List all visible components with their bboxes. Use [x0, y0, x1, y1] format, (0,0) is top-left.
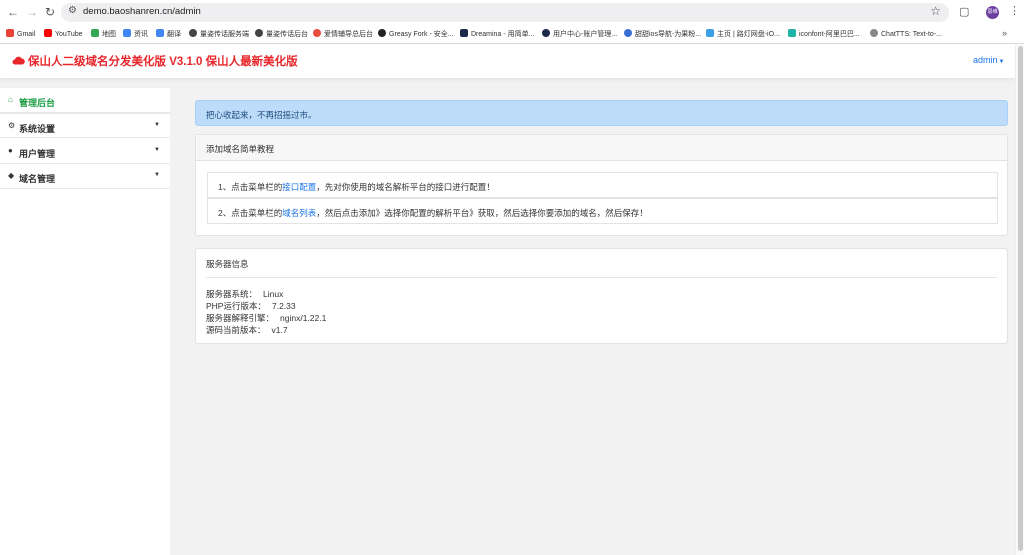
caret-down-icon: ▼: [154, 122, 160, 128]
info-label: 服务器解释引擎：: [206, 313, 275, 323]
sidebar-item-domains[interactable]: ◆ 域名管理 ▼: [0, 164, 170, 189]
bookmark-gmail[interactable]: Gmail: [6, 29, 35, 40]
more-bookmarks-icon[interactable]: »: [1002, 28, 1007, 38]
bookmark-greasyfork[interactable]: Greasy Fork - 安全...: [378, 29, 454, 40]
api-config-link[interactable]: 接口配置: [282, 182, 316, 192]
web-engine-row: 服务器解释引擎： nginx/1.22.1: [206, 312, 326, 324]
sidebar-item-settings[interactable]: ⚙ 系统设置 ▼: [0, 113, 170, 138]
divider: [206, 277, 997, 278]
sidebar: ⌂ 管理后台 ⚙ 系统设置 ▼ ● 用户管理 ▼ ◆ 域名管理 ▼: [0, 88, 170, 555]
server-info-title: 服务器信息: [206, 259, 249, 269]
tutorial-title: 添加域名简单教程: [206, 144, 275, 154]
php-version-row: PHP运行版本： 7.2.33: [206, 300, 296, 312]
bookmark-iconfont[interactable]: iconfont-阿里巴巴...: [788, 29, 860, 40]
user-icon: ●: [8, 146, 13, 155]
bookmark-user-center[interactable]: 用户中心-账户管理...: [542, 29, 617, 40]
info-value: nginx/1.22.1: [280, 313, 327, 323]
bookmark-backend[interactable]: 量姿传话后台: [255, 29, 308, 40]
chattts-icon: [870, 29, 878, 37]
browser-toolbar: ← → ↻ ⚙ demo.baoshanren.cn/admin ☆ ▢ 思维 …: [0, 0, 1024, 25]
heart-icon: [313, 29, 321, 37]
server-info-card: 服务器信息 服务器系统： Linux PHP运行版本： 7.2.33 服务器解释引擎…: [195, 248, 1008, 344]
translate-icon: [156, 29, 164, 37]
page-scrollbar[interactable]: [1015, 44, 1024, 555]
bookmark-translate[interactable]: 翻译: [156, 29, 181, 40]
sidebar-item-label: 域名管理: [19, 174, 56, 184]
caret-down-icon: ▼: [998, 59, 1005, 65]
gear-icon: ⚙: [8, 121, 16, 130]
info-label: 源码当前版本：: [206, 325, 266, 335]
user-center-icon: [542, 29, 550, 37]
browser-menu-icon[interactable]: ⋮: [1009, 4, 1020, 17]
admin-user-dropdown[interactable]: admin▼: [973, 55, 1004, 65]
alert-text: 把心收起来，不再招摇过市。: [206, 110, 317, 120]
bookmark-server-side[interactable]: 量姿传话服务端: [189, 29, 249, 40]
iconfont-icon: [788, 29, 796, 37]
scrollbar-thumb[interactable]: [1018, 46, 1023, 551]
back-icon[interactable]: ←: [6, 5, 20, 19]
info-value: 7.2.33: [271, 301, 296, 311]
address-bar[interactable]: ⚙ demo.baoshanren.cn/admin ☆: [61, 3, 949, 22]
caret-down-icon: ▼: [154, 172, 160, 178]
cloud-drive-icon: [706, 29, 714, 37]
tutorial-step-1: 1、点击菜单栏的接口配置，先对你使用的域名解析平台的接口进行配置！: [207, 172, 998, 198]
tutorial-step-2: 2、点击菜单栏的域名列表，然后点击添加》选择你配置的解析平台》获取，然后选择你要…: [207, 198, 998, 224]
ios-nav-icon: [624, 29, 632, 37]
tutorial-header: 添加域名简单教程: [196, 135, 1007, 161]
motto-alert: 把心收起来，不再招摇过市。: [195, 100, 1008, 126]
maps-icon: [91, 29, 99, 37]
sidebar-item-label: 系统设置: [19, 124, 56, 134]
info-label: PHP运行版本：: [206, 301, 266, 311]
bookmark-dreamina[interactable]: Dreamina - 用简单...: [460, 29, 534, 40]
gmail-icon: [6, 29, 14, 37]
step-text: 1、点击菜单栏的: [218, 182, 283, 192]
greasyfork-icon: [378, 29, 386, 37]
info-value: v1.7: [271, 325, 288, 335]
sidebar-item-label: 用户管理: [19, 149, 56, 159]
profile-avatar[interactable]: 思维: [986, 6, 999, 19]
admin-username: admin: [973, 55, 998, 65]
sidebar-item-users[interactable]: ● 用户管理 ▼: [0, 139, 170, 164]
source-version-row: 源码当前版本： v1.7: [206, 324, 288, 336]
extensions-icon[interactable]: ▢: [959, 5, 969, 18]
url-text: demo.baoshanren.cn/admin: [83, 6, 201, 17]
info-label: 服务器系统：: [206, 289, 258, 299]
domain-list-link[interactable]: 域名列表: [282, 208, 316, 218]
brand-title[interactable]: 保山人二级域名分发美化版 V3.1.0 保山人最新美化版: [12, 53, 298, 69]
bookmarks-bar: Gmail YouTube 地图 资讯 翻译 量姿传话服务端 量姿传话后台 爱情…: [0, 25, 1024, 44]
info-value: Linux: [263, 289, 284, 299]
site-info-icon[interactable]: ⚙: [68, 5, 77, 16]
bookmark-news[interactable]: 资讯: [123, 29, 148, 40]
bookmark-love-admin[interactable]: 爱情辅导总后台: [313, 29, 373, 40]
bookmark-netdisk[interactable]: 主页 | 路灯网盘-iO...: [706, 29, 780, 40]
bookmark-ios-nav[interactable]: 甜甜ios导航-为果粉...: [624, 29, 701, 40]
cloud-icon: [12, 56, 25, 65]
step-text: 2、点击菜单栏的: [218, 208, 283, 218]
globe-icon: [255, 29, 263, 37]
home-icon: ⌂: [8, 95, 13, 104]
bookmark-youtube[interactable]: YouTube: [44, 29, 83, 40]
admin-page: 保山人二级域名分发美化版 V3.1.0 保山人最新美化版 admin▼ ⌂ 管理…: [0, 44, 1015, 555]
bookmark-star-icon[interactable]: ☆: [930, 4, 941, 18]
bookmark-maps[interactable]: 地图: [91, 29, 116, 40]
server-os-row: 服务器系统： Linux: [206, 288, 283, 300]
step-text: ，先对你使用的域名解析平台的接口进行配置！: [316, 182, 495, 192]
sidebar-item-label: 管理后台: [19, 98, 56, 108]
caret-down-icon: ▼: [154, 147, 160, 153]
bookmark-chattts[interactable]: ChatTTS: Text-to-...: [870, 29, 942, 40]
reload-icon[interactable]: ↻: [43, 5, 57, 19]
youtube-icon: [44, 29, 52, 37]
brand-text: 保山人二级域名分发美化版 V3.1.0 保山人最新美化版: [28, 56, 298, 68]
sidebar-item-dashboard[interactable]: ⌂ 管理后台: [0, 88, 170, 113]
step-text: ，然后点击添加》选择你配置的解析平台》获取，然后选择你要添加的域名，然后保存！: [316, 208, 648, 218]
cube-icon: ◆: [8, 171, 15, 180]
news-icon: [123, 29, 131, 37]
dreamina-icon: [460, 29, 468, 37]
forward-icon[interactable]: →: [25, 5, 39, 19]
globe-icon: [189, 29, 197, 37]
tutorial-card: 添加域名简单教程 1、点击菜单栏的接口配置，先对你使用的域名解析平台的接口进行配…: [195, 134, 1008, 236]
top-navbar: 保山人二级域名分发美化版 V3.1.0 保山人最新美化版 admin▼: [0, 44, 1015, 78]
